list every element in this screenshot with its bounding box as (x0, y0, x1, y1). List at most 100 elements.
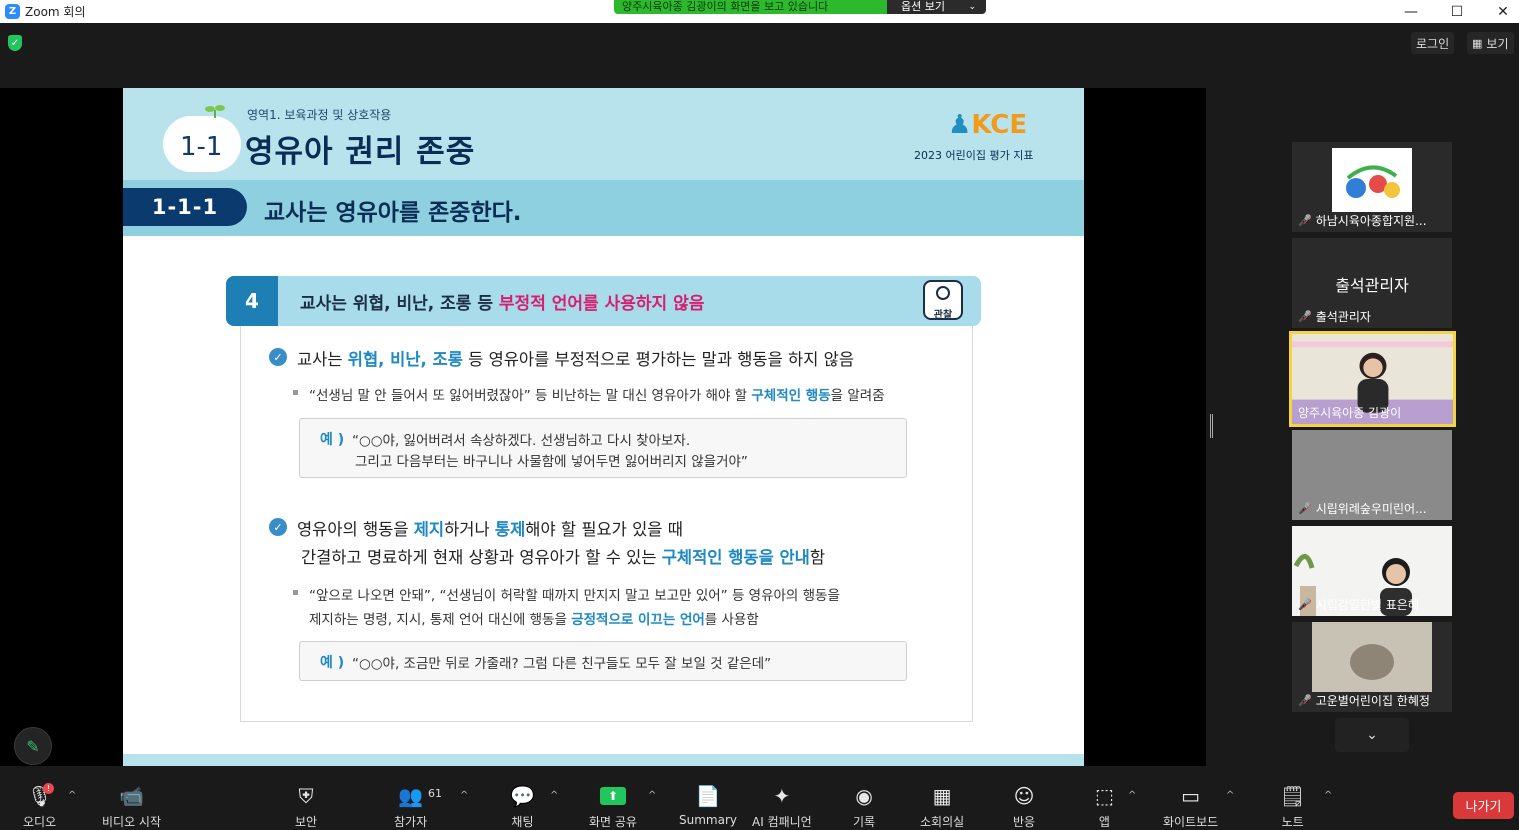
encryption-shield-icon[interactable]: ✓ (8, 35, 22, 51)
participant-tile[interactable]: 🎤̸ 하남시육아종합지원... (1292, 142, 1452, 232)
reactions-button[interactable]: ☺ 반응 (1013, 782, 1035, 830)
indicator-band: 1-1-1 교사는 영유아를 존중한다. (123, 180, 1084, 236)
chat-label: 채팅 (511, 815, 534, 829)
zoom-meeting-window: Z Zoom 회의 — ☐ ✕ 양주시육아종 김광이의 화면을 보고 있습니다 … (0, 0, 1519, 830)
example-1-line-1: “○○야, 잃어버려서 속상하겠다. 선생님하고 다시 찾아보자. (352, 433, 691, 449)
item-header: 4 교사는 위협, 비난, 조롱 등 부정적 언어를 사용하지 않음 관찰 (226, 276, 981, 326)
participants-icon: 👥 (398, 784, 424, 808)
kce-subtitle: 2023 어린이집 평가 지표 (914, 149, 1034, 162)
participant-tile[interactable]: 🎤̸ 시립위례숲우미린어... (1292, 430, 1452, 520)
note-1-a: “선생님 말 안 들어서 또 잃어버렸잖아” 등 비난하는 말 대신 영유아가 … (309, 388, 752, 404)
more-participants-button[interactable]: ⌄ (1335, 718, 1409, 752)
chat-button[interactable]: 💬 채팅 (510, 782, 535, 830)
check-icon: ✓ (269, 348, 287, 366)
whiteboard-button[interactable]: ▭ 화이트보드 (1163, 782, 1218, 830)
view-button[interactable]: ▦ 보기 (1467, 32, 1514, 54)
kce-person-icon: ♟ (948, 110, 972, 140)
note-2b-a: 제지하는 명령, 지시, 통제 언어 대신에 행동을 (309, 612, 572, 628)
ai-label: AI 컴패니언 (752, 815, 812, 829)
smiley-icon: ☺ (1013, 784, 1035, 808)
ai-companion-button[interactable]: ✦ AI 컴패니언 (752, 782, 812, 830)
point-1-b: 위협, 비난, 조롱 (347, 350, 463, 369)
participant-name-text: 시립감일한별 표은혜 (1315, 598, 1419, 612)
panel-resize-handle[interactable] (1210, 414, 1213, 438)
security-button[interactable]: ⛨ 보안 (295, 782, 317, 830)
muted-mic-icon: 🎤̸ (1298, 694, 1312, 707)
zoom-logo-icon: Z (5, 4, 20, 19)
notes-options-caret[interactable]: ^ (1324, 790, 1332, 801)
bullet-icon (293, 590, 298, 595)
example-label: 예 ) (320, 655, 345, 671)
video-label: 비디오 시작 (102, 815, 162, 829)
participant-tile[interactable]: 🎤̸ 고운별어린이집 한혜정 (1292, 622, 1452, 712)
video-off-icon: 📹 (119, 784, 144, 808)
notes-button[interactable]: 🗒 노트 (1280, 782, 1305, 830)
apps-button[interactable]: ⬚ 앱 (1095, 782, 1114, 830)
point-2b-c: 함 (809, 548, 826, 567)
magnifier-icon (936, 286, 950, 300)
record-button[interactable]: ◉ 기록 (853, 782, 875, 830)
whiteboard-label: 화이트보드 (1163, 815, 1219, 829)
audio-options-caret[interactable]: ^ (68, 790, 76, 801)
notes-label: 노트 (1281, 815, 1304, 829)
share-banner: 양주시육아종 김광이의 화면을 보고 있습니다 옵션 보기 ⌄ (614, 0, 986, 14)
leave-label: 나가기 (1465, 800, 1502, 815)
breakout-rooms-button[interactable]: ▦ 소회의실 (920, 782, 964, 830)
whiteboard-icon: ▭ (1181, 784, 1201, 808)
section-title: 영유아 권리 존중 (245, 134, 476, 170)
whiteboard-options-caret[interactable]: ^ (1226, 790, 1234, 801)
view-label: 보기 (1486, 36, 1509, 51)
participant-name: 🎤̸ 시립감일한별 표은혜 (1298, 596, 1419, 613)
share-screen-button[interactable]: ⬆ 화면 공유 (589, 782, 637, 830)
summary-button[interactable]: 📄 Summary (679, 782, 737, 827)
item-text-highlight: 부정적 언어를 사용하지 않음 (498, 294, 705, 314)
leave-button[interactable]: 나가기 (1453, 792, 1514, 819)
annotate-pencil-button[interactable]: ✎ (14, 727, 52, 765)
participant-tile[interactable]: 🎤̸ 시립감일한별 표은혜 (1292, 526, 1452, 616)
maximize-button[interactable]: ☐ (1434, 0, 1480, 23)
participant-name: 🎤̸ 시립위례숲우미린어... (1298, 500, 1427, 517)
login-button[interactable]: 로그인 (1411, 32, 1455, 54)
view-options-button[interactable]: 옵션 보기 ⌄ (887, 0, 986, 14)
participants-options-caret[interactable]: ^ (460, 790, 468, 801)
area-label: 영역1. 보육과정 및 상호작용 (247, 108, 392, 122)
apps-options-caret[interactable]: ^ (1128, 790, 1136, 801)
note-2-line-1: “앞으로 나오면 안돼”, “선생님이 허락할 때까지 만지지 말고 보고만 있… (309, 588, 840, 604)
slide-footer (123, 754, 1084, 766)
share-options-caret[interactable]: ^ (648, 790, 656, 801)
login-label: 로그인 (1416, 36, 1450, 51)
point-2: 영유아의 행동을 제지하거나 통제해야 할 필요가 있을 때 (297, 516, 683, 540)
note-2-line-2: 제지하는 명령, 지시, 통제 언어 대신에 행동을 긍정적으로 이끄는 언어를… (309, 608, 759, 628)
apps-icon: ⬚ (1095, 784, 1114, 808)
security-label: 보안 (295, 815, 318, 829)
participant-tile-active-speaker[interactable]: 양주시육아종 김광이 (1289, 331, 1456, 427)
point-2-b: 제지 (413, 520, 445, 539)
audio-label: 오디오 (23, 815, 57, 829)
start-video-button[interactable]: 📹 비디오 시작 (102, 782, 161, 830)
participants-button[interactable]: 👥 참가자 (394, 782, 427, 830)
chat-icon: 💬 (510, 784, 535, 808)
chevron-down-icon: ⌄ (1366, 727, 1378, 743)
chat-options-caret[interactable]: ^ (550, 790, 558, 801)
participant-tile[interactable]: 출석관리자 🎤̸ 출석관리자 (1292, 238, 1452, 328)
item-number: 4 (226, 276, 278, 326)
view-options-label: 옵션 보기 (901, 0, 945, 13)
note-1-c: 을 알려줌 (830, 388, 885, 404)
muted-mic-icon: 🎤̸ (1298, 502, 1312, 515)
participant-name: 🎤̸ 고운별어린이집 한혜정 (1298, 692, 1430, 709)
point-2-line-2: 간결하고 명료하게 현재 상황과 영유아가 할 수 있는 구체적인 행동을 안내… (301, 544, 825, 568)
participant-name: 🎤̸ 출석관리자 (1298, 308, 1371, 325)
example-2-line: “○○야, 조금만 뒤로 가줄래? 그럼 다른 친구들도 모두 잘 보일 것 같… (352, 656, 772, 672)
notes-icon: 🗒 (1280, 784, 1306, 808)
check-icon: ✓ (269, 518, 287, 536)
close-button[interactable]: ✕ (1480, 0, 1519, 23)
sprout-icon (205, 105, 225, 118)
sparkle-icon: ✦ (773, 784, 791, 808)
participant-name: 양주시육아종 김광이 (1298, 404, 1401, 421)
minimize-button[interactable]: — (1388, 0, 1434, 23)
item-text: 교사는 위협, 비난, 조롱 등 부정적 언어를 사용하지 않음 (300, 289, 704, 314)
shared-slide: 1-1 영역1. 보육과정 및 상호작용 영유아 권리 존중 ♟KCE 2023… (123, 88, 1084, 766)
organization-logo-icon (1346, 165, 1400, 198)
example-1-line-2: 그리고 다음부터는 바구니나 사물함에 넣어두면 잃어버리지 않을거야” (355, 454, 748, 470)
muted-mic-icon: 🎤̸ (1298, 214, 1312, 227)
